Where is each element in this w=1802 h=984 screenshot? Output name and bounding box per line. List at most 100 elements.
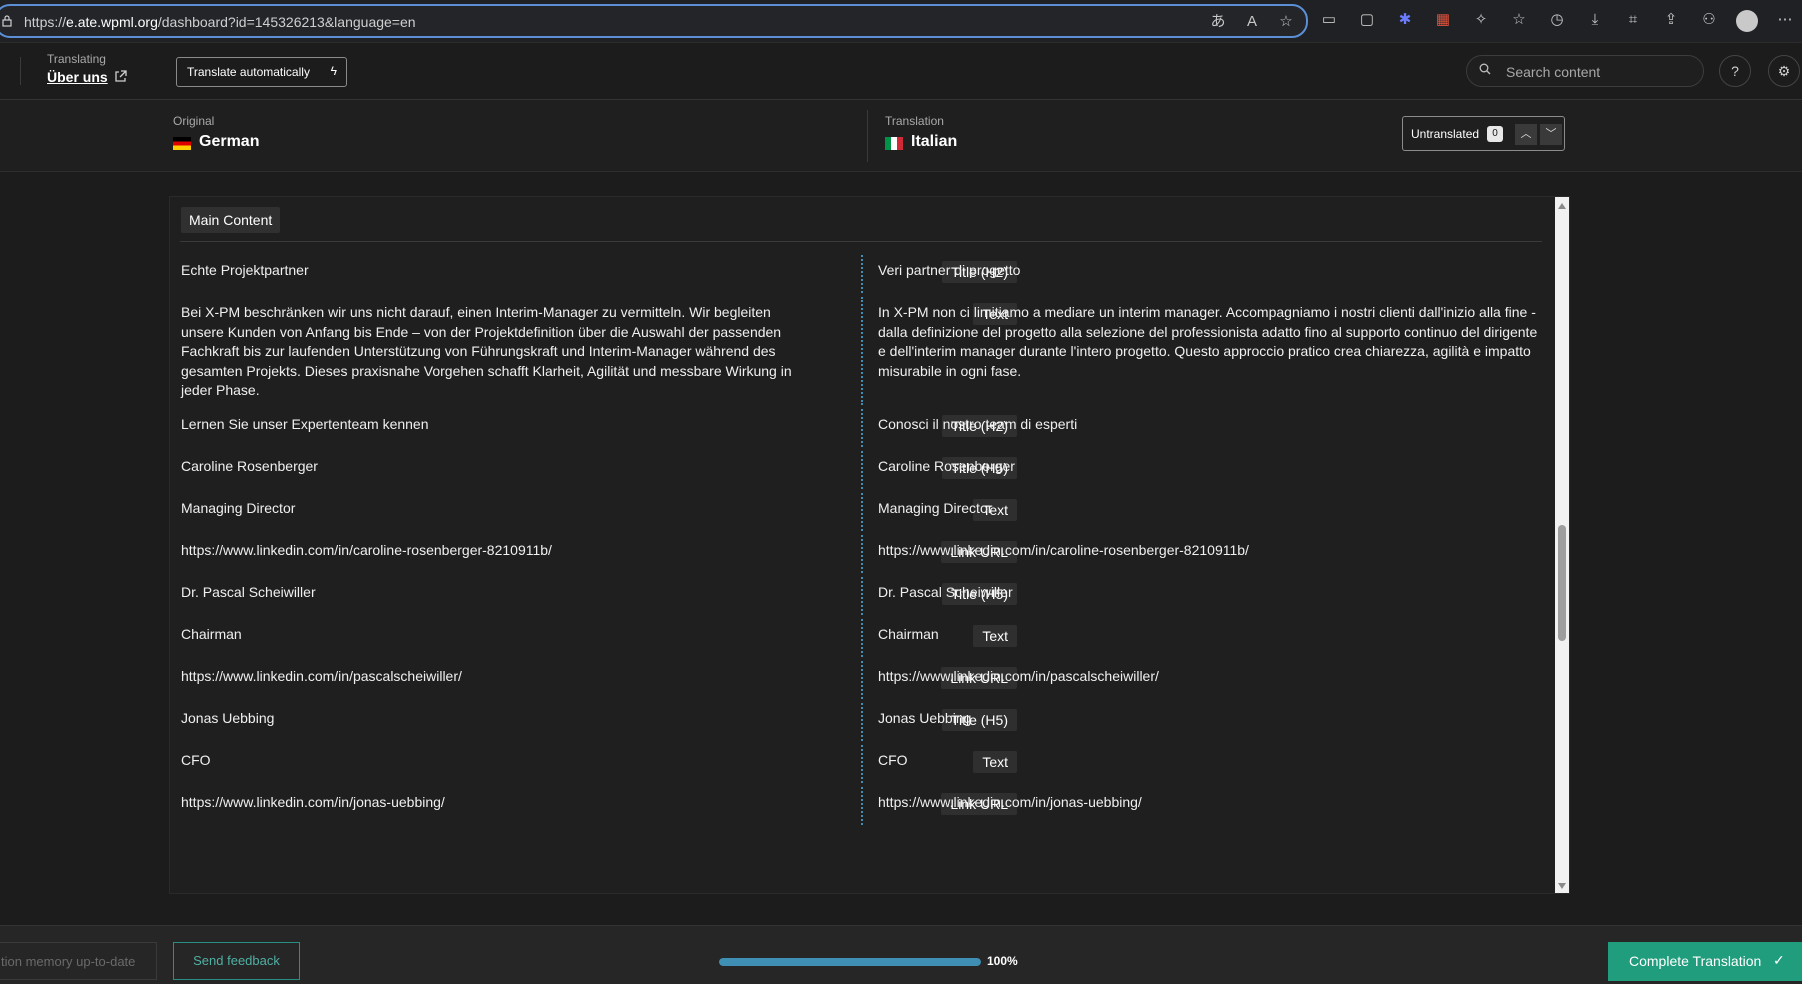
favorite-star-icon[interactable]: ☆ (1276, 12, 1296, 32)
url-text[interactable]: https://e.ate.wpml.org/dashboard?id=1453… (24, 14, 416, 30)
translation-text[interactable]: Chairman (878, 625, 1548, 645)
external-link-icon[interactable] (114, 70, 128, 84)
segment-row: https://www.linkedin.com/in/jonas-uebbin… (170, 785, 1556, 827)
segment-row: CFO Text CFO (170, 743, 1556, 785)
search-icon (1479, 63, 1491, 78)
segment-divider (861, 535, 863, 573)
extension-blue-icon[interactable]: ✱ (1394, 10, 1416, 32)
app-header: Translating Über uns Translate automatic… (0, 43, 1802, 100)
browser-toolbar: https://e.ate.wpml.org/dashboard?id=1453… (0, 0, 1802, 43)
segment-row: Bei X-PM beschränken wir uns nicht darau… (170, 295, 1556, 407)
translation-text[interactable]: Conosci il nostro team di esperti (878, 415, 1548, 435)
progress-label: 100% (987, 954, 1018, 968)
segment-divider (861, 297, 863, 405)
translation-text[interactable]: https://www.linkedin.com/in/caroline-ros… (878, 541, 1548, 561)
chevron-down-icon[interactable]: ﹀ (1540, 124, 1562, 145)
translating-label: Translating (47, 52, 106, 66)
translation-memory-button[interactable]: tion memory up-to-date (0, 942, 157, 980)
language-bar: Original German Translation Italian Untr… (0, 100, 1802, 172)
untranslated-label: Untranslated (1411, 127, 1480, 141)
translation-text[interactable]: Managing Director (878, 499, 1548, 519)
segment-divider (861, 577, 863, 615)
settings-button[interactable]: ⚙ (1768, 55, 1800, 87)
segment-divider (861, 451, 863, 489)
extensions-icon[interactable]: ✧ (1470, 10, 1492, 32)
source-text: https://www.linkedin.com/in/caroline-ros… (181, 542, 552, 558)
segment-row: Echte Projektpartner Title (H2) Veri partn… (170, 253, 1556, 295)
search-placeholder: Search content (1506, 64, 1601, 80)
complete-translation-label: Complete Translation (1629, 953, 1762, 969)
segment-divider (861, 409, 863, 447)
scrollbar-thumb[interactable] (1558, 525, 1566, 641)
translation-text[interactable]: In X-PM non ci limitiamo a mediare un in… (878, 303, 1548, 381)
gear-icon: ⚙ (1777, 63, 1791, 79)
segment-divider (861, 619, 863, 657)
source-text: Managing Director (181, 500, 296, 516)
translation-text[interactable]: https://www.linkedin.com/in/pascalscheiw… (878, 667, 1548, 687)
help-button[interactable]: ? (1719, 55, 1751, 87)
untranslated-filter[interactable]: Untranslated 0 ︿ ﹀ (1402, 116, 1565, 151)
translation-memory-label: tion memory up-to-date (1, 954, 136, 969)
send-feedback-label: Send feedback (193, 953, 280, 968)
segment-row: Lernen Sie unser Expertenteam kennen Titl… (170, 407, 1556, 449)
segment-row: Dr. Pascal Scheiwiller Title (H5) Dr. Pasc… (170, 575, 1556, 617)
segment-list: Echte Projektpartner Title (H2) Veri partn… (170, 253, 1556, 827)
split-screen-icon[interactable]: ▢ (1356, 10, 1378, 32)
picture-in-picture-icon[interactable]: ▭ (1318, 10, 1340, 32)
translation-text[interactable]: Veri partner di progetto (878, 261, 1548, 281)
segment-divider (861, 745, 863, 783)
history-icon[interactable]: ◷ (1546, 10, 1568, 32)
source-text: Echte Projektpartner (181, 262, 309, 278)
screenshot-icon[interactable]: ⌗ (1622, 10, 1644, 32)
translation-text[interactable]: CFO (878, 751, 1548, 771)
translation-language: Italian (911, 133, 958, 150)
complete-translation-button[interactable]: Complete Translation ✓ (1608, 942, 1802, 981)
send-feedback-button[interactable]: Send feedback (173, 942, 300, 980)
untranslated-count-badge: 0 (1487, 126, 1503, 142)
extension-red-icon[interactable]: ▦ (1432, 10, 1454, 32)
language-divider (867, 110, 868, 162)
progress-bar (719, 958, 981, 966)
address-bar[interactable]: https://e.ate.wpml.org/dashboard?id=1453… (0, 4, 1308, 38)
segment-divider (861, 493, 863, 531)
search-input[interactable]: Search content (1466, 55, 1704, 87)
segment-divider (861, 255, 863, 293)
scroll-up-arrow[interactable] (1558, 203, 1566, 209)
segment-row: Managing Director Text Managing Director (170, 491, 1556, 533)
read-aloud-icon[interactable]: A (1242, 12, 1262, 32)
source-text: https://www.linkedin.com/in/pascalscheiw… (181, 668, 462, 684)
translation-text[interactable]: Jonas Uebbing (878, 709, 1548, 729)
more-menu-icon[interactable]: ⋯ (1774, 10, 1796, 32)
scroll-down-arrow[interactable] (1558, 883, 1566, 889)
favorites-icon[interactable]: ☆ (1508, 10, 1530, 32)
source-text: Bei X-PM beschränken wir uns nicht darau… (181, 304, 792, 398)
translation-panel: Main Content Echte Projektpartner Title (… (169, 196, 1570, 894)
profile-avatar[interactable] (1736, 10, 1758, 32)
chevron-up-icon[interactable]: ︿ (1515, 124, 1537, 145)
original-caption: Original (173, 114, 215, 128)
translation-text[interactable]: https://www.linkedin.com/in/jonas-uebbin… (878, 793, 1548, 813)
share-icon[interactable]: ⇪ (1660, 10, 1682, 32)
italian-flag-icon (885, 137, 903, 150)
translate-automatically-button[interactable]: Translate automatically ϟ (176, 57, 347, 87)
progress-fill (719, 958, 981, 966)
section-label: Main Content (181, 207, 281, 233)
source-text: https://www.linkedin.com/in/jonas-uebbin… (181, 794, 445, 810)
translation-text[interactable]: Dr. Pascal Scheiwiller (878, 583, 1548, 603)
translate-automatically-label: Translate automatically (187, 65, 310, 79)
lock-icon[interactable] (2, 15, 12, 27)
translate-page-icon[interactable]: あ (1208, 12, 1228, 32)
page-title-link[interactable]: Über uns (47, 69, 108, 85)
translation-text[interactable]: Caroline Rosenberger (878, 457, 1548, 477)
copilot-icon[interactable]: ⚇ (1698, 10, 1720, 32)
address-bar-actions: あ A ☆ (1208, 12, 1296, 32)
downloads-icon[interactable]: ⤓ (1584, 10, 1606, 32)
segment-row: Chairman Text Chairman (170, 617, 1556, 659)
lightning-icon: ϟ (330, 64, 337, 78)
segment-divider (861, 703, 863, 741)
scrollbar[interactable] (1555, 197, 1569, 893)
segment-divider (861, 661, 863, 699)
segment-row: https://www.linkedin.com/in/caroline-ros… (170, 533, 1556, 575)
segment-divider (861, 787, 863, 825)
source-text: Lernen Sie unser Expertenteam kennen (181, 416, 429, 432)
